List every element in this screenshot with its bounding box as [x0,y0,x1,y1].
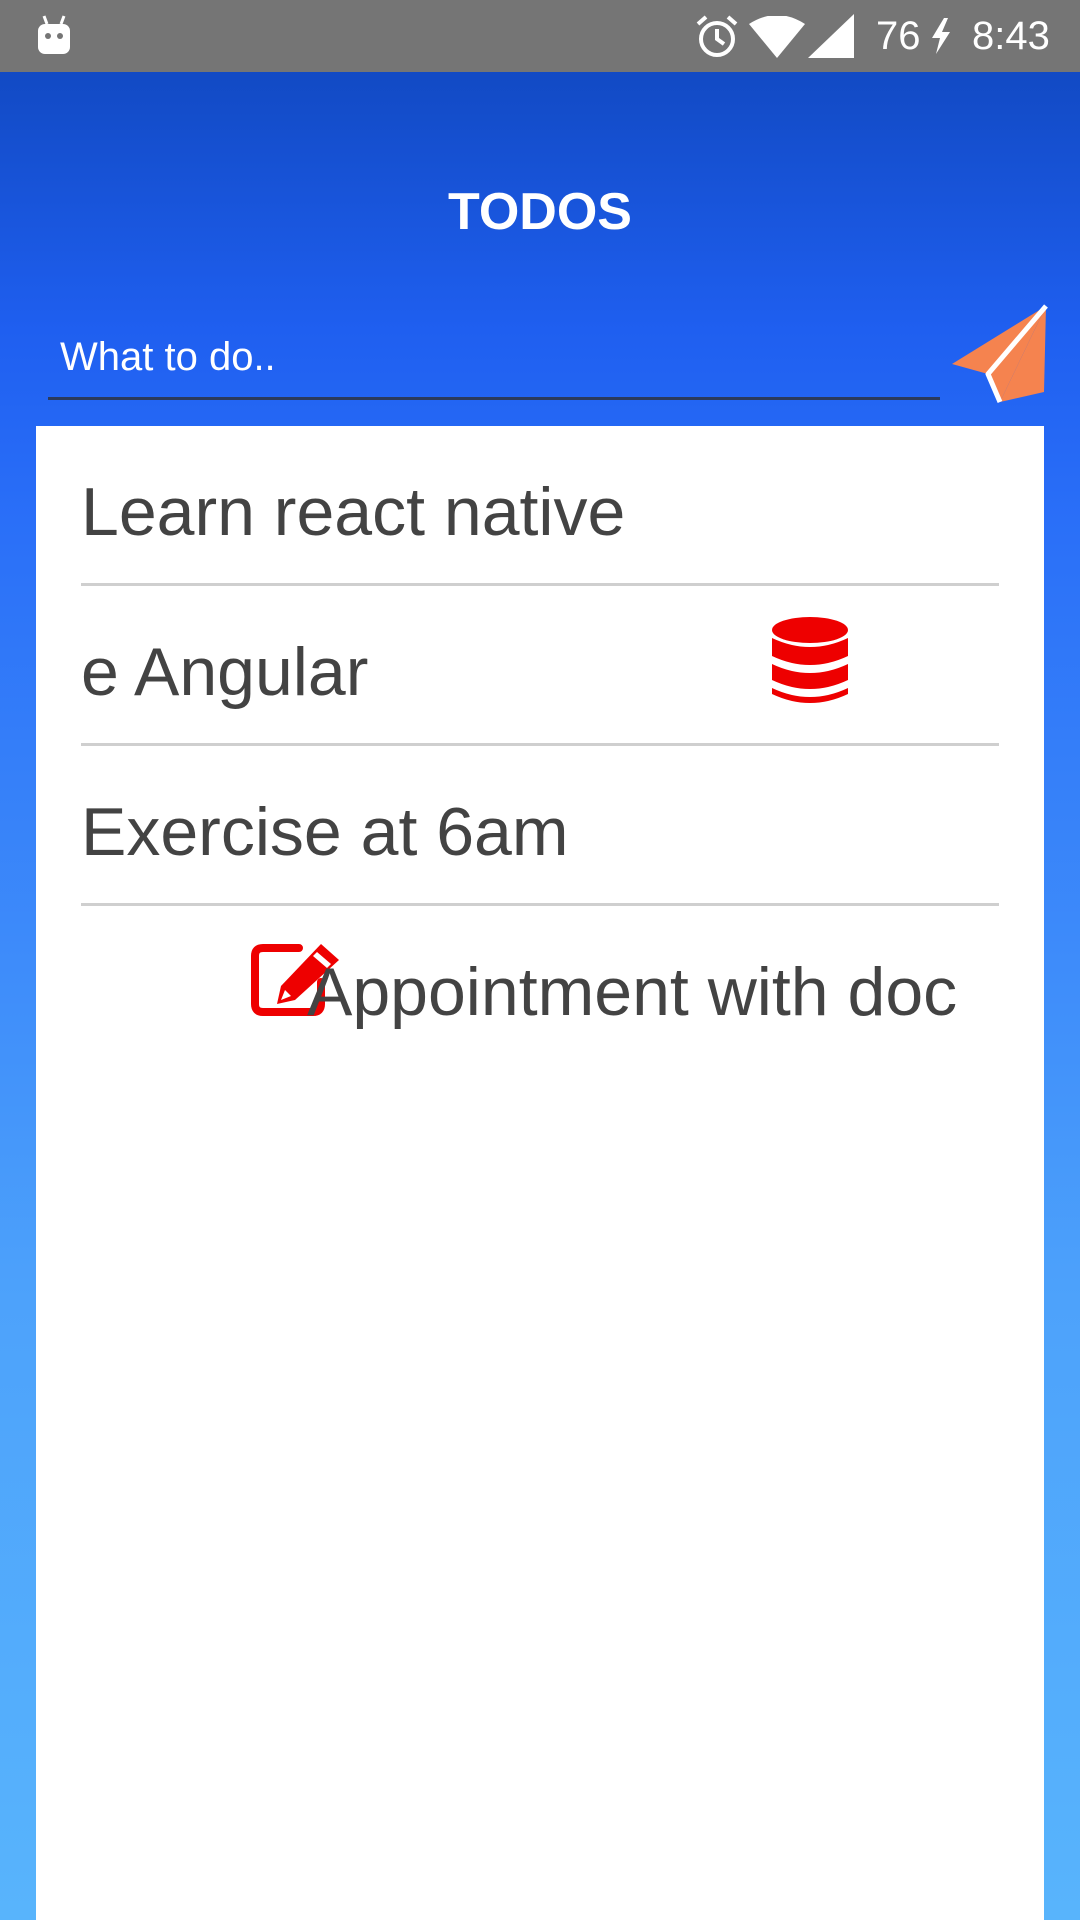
todo-text: Learn react native [81,474,626,550]
todo-text: Appointment with doc [307,954,958,1030]
clock: 8:43 [972,14,1050,58]
list-item[interactable]: Appointment with doc [81,906,999,1066]
todo-input[interactable] [48,318,940,400]
list-item[interactable]: e Angular [81,586,999,746]
signal-icon [808,14,854,58]
alarm-icon [696,15,738,57]
wifi-icon [749,16,805,58]
todo-list: Learn react native e Angular Exercise at… [36,426,1044,1920]
charging-bolt-icon [932,18,950,54]
status-bar: 76 8:43 [0,0,1080,72]
page-title: TODOS [448,183,632,241]
list-item[interactable]: Exercise at 6am [81,746,999,906]
todo-text: Exercise at 6am [81,794,569,870]
database-delete-icon[interactable] [771,616,849,708]
app-screen: 76 8:43 TODOS Learn react native e Angul… [0,0,1080,1920]
paper-plane-icon [952,304,1048,403]
battery-level: 76 [876,14,921,58]
list-item[interactable]: Learn react native [81,426,999,586]
todo-text: e Angular [81,634,369,710]
send-button[interactable] [948,302,1048,406]
android-icon [38,15,70,54]
